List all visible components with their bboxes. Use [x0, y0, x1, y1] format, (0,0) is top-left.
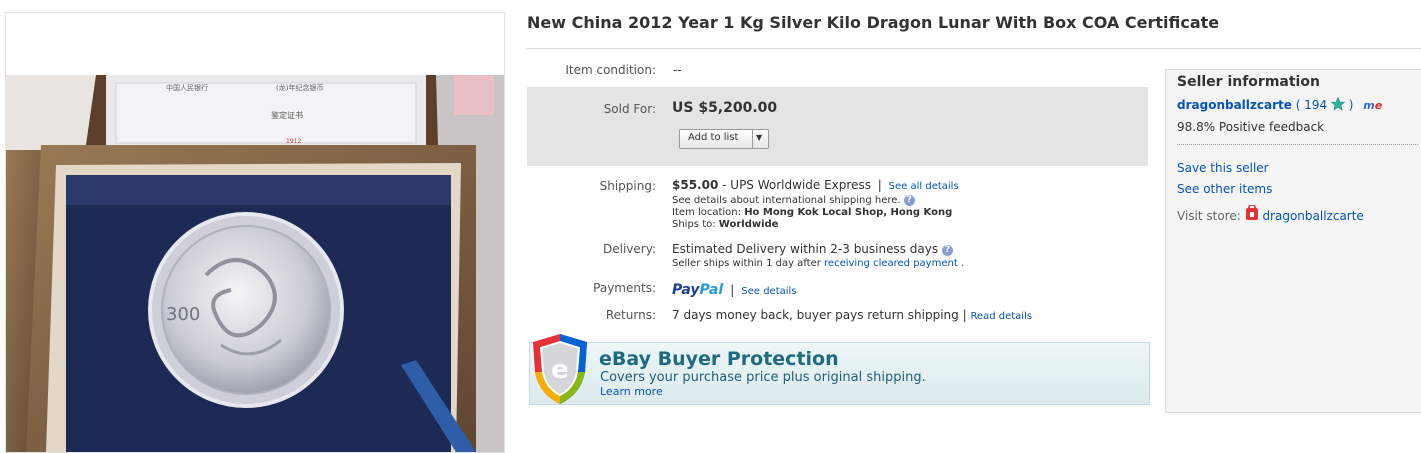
ships-to-label: Ships to:	[672, 219, 716, 230]
listing-title: New China 2012 Year 1 Kg Silver Kilo Dra…	[527, 13, 1220, 32]
seller-info-heading: Seller information	[1177, 74, 1320, 90]
add-to-list-button[interactable]: Add to list ▼	[679, 129, 769, 149]
delivery-note-text: Seller ships within 1 day after	[672, 258, 821, 269]
payments-separator: |	[730, 283, 735, 297]
ships-to: Ships to: Worldwide	[672, 219, 778, 230]
svg-text:1912: 1912	[286, 138, 301, 145]
cleared-payment-link[interactable]: receiving cleared payment	[824, 258, 958, 269]
sold-for-label: Sold For:	[603, 102, 656, 116]
buyer-protection-title: eBay Buyer Protection	[599, 348, 839, 370]
me-badge-icon[interactable]: me	[1363, 99, 1382, 112]
shipping-cost: $55.00	[672, 178, 719, 192]
shield-icon: e	[533, 334, 587, 404]
help-icon[interactable]: ?	[903, 195, 915, 206]
store-name-link[interactable]: dragonballzcarte	[1262, 209, 1363, 223]
returns-line: 7 days money back, buyer pays return shi…	[672, 308, 1032, 322]
add-to-list-label: Add to list	[688, 132, 739, 143]
visit-store-line: Visit store: dragonballzcarte	[1177, 204, 1364, 223]
shipping-label: Shipping:	[599, 179, 656, 193]
seller-divider	[1177, 144, 1418, 145]
store-icon[interactable]	[1245, 204, 1259, 221]
price-box	[527, 87, 1148, 166]
positive-feedback: 98.8% Positive feedback	[1177, 120, 1325, 134]
svg-text:鉴定证书: 鉴定证书	[271, 110, 303, 120]
item-photo[interactable]: 中国人民银行 (龙)年纪念银币 鉴定证书 1912 300	[6, 75, 504, 452]
button-separator	[752, 130, 753, 148]
svg-text:300: 300	[166, 304, 200, 325]
paypal-logo: PayPal	[672, 282, 724, 298]
delivery-estimate: Estimated Delivery within 2-3 business d…	[672, 242, 953, 256]
star-icon[interactable]	[1330, 96, 1346, 111]
buyer-protection-learn-more-link[interactable]: Learn more	[600, 385, 663, 398]
returns-label: Returns:	[605, 308, 656, 322]
feedback-score-link[interactable]: ( 194	[1296, 98, 1327, 112]
buyer-protection-subtitle: Covers your purchase price plus original…	[600, 370, 926, 385]
seller-name-link[interactable]: dragonballzcarte	[1177, 98, 1292, 112]
item-location-label: Item location:	[672, 207, 741, 218]
sold-price: US $5,200.00	[672, 100, 778, 116]
help-icon[interactable]: ?	[941, 245, 953, 256]
see-all-details-link[interactable]: See all details	[889, 181, 959, 192]
item-location-value: Ho Mong Kok Local Shop, Hong Kong	[744, 207, 953, 218]
save-seller-link[interactable]: Save this seller	[1177, 161, 1269, 175]
delivery-note: Seller ships within 1 day after receivin…	[672, 258, 964, 269]
condition-label: Item condition:	[565, 63, 656, 77]
condition-value: --	[673, 63, 682, 77]
returns-read-details-link[interactable]: Read details	[970, 311, 1032, 322]
item-photo-frame[interactable]: 中国人民银行 (龙)年纪念银币 鉴定证书 1912 300	[5, 12, 505, 453]
title-divider	[527, 48, 1421, 49]
delivery-label: Delivery:	[603, 242, 656, 256]
intl-shipping-note: See details about international shipping…	[672, 195, 915, 206]
see-other-items-link[interactable]: See other items	[1177, 182, 1272, 196]
payments-label: Payments:	[593, 281, 656, 295]
shipping-separator: |	[877, 178, 882, 192]
payments-line: PayPal | See details	[672, 279, 797, 298]
delivery-value: Estimated Delivery within 2-3 business d…	[672, 242, 939, 256]
returns-value: 7 days money back, buyer pays return shi…	[672, 308, 967, 322]
shipping-method: - UPS Worldwide Express	[722, 178, 871, 192]
ships-to-value: Worldwide	[718, 219, 779, 230]
intl-shipping-text[interactable]: See details about international shipping…	[672, 195, 901, 206]
delivery-note-period: .	[960, 258, 965, 269]
payment-see-details-link[interactable]: See details	[741, 286, 796, 297]
svg-text:(龙)年纪念银币: (龙)年纪念银币	[276, 83, 323, 92]
visit-store-label: Visit store:	[1177, 209, 1241, 223]
shipping-line: $55.00 - UPS Worldwide Express | See all…	[672, 178, 959, 192]
feedback-close-paren: )	[1348, 98, 1354, 112]
seller-name-line: dragonballzcarte ( 194 ) me	[1177, 96, 1382, 112]
item-location: Item location: Ho Mong Kok Local Shop, H…	[672, 207, 952, 218]
svg-text:中国人民银行: 中国人民银行	[166, 83, 208, 92]
dropdown-arrow-icon[interactable]: ▼	[756, 133, 762, 142]
svg-text:e: e	[551, 355, 569, 385]
